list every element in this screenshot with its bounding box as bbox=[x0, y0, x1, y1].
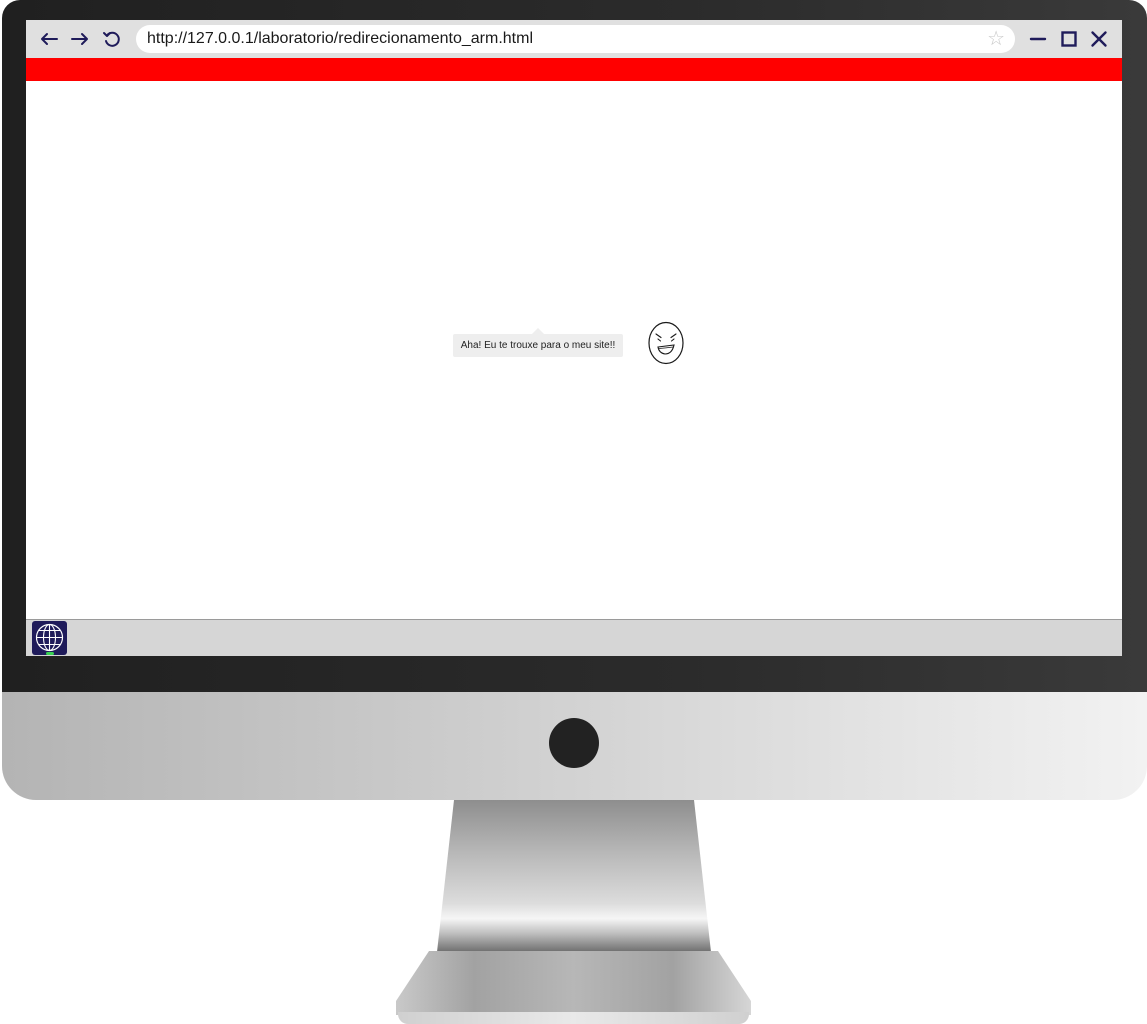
minimize-button[interactable] bbox=[1026, 27, 1050, 51]
reload-icon bbox=[103, 31, 120, 47]
close-button[interactable] bbox=[1087, 27, 1111, 51]
taskbar bbox=[26, 619, 1122, 656]
arrow-left-icon bbox=[41, 33, 58, 45]
globe-browser-icon bbox=[35, 623, 64, 652]
active-indicator bbox=[46, 652, 54, 655]
back-button[interactable] bbox=[36, 26, 62, 52]
monitor-logo bbox=[549, 718, 599, 768]
monitor-stand-neck bbox=[437, 800, 711, 952]
address-bar[interactable]: http://127.0.0.1/laboratorio/redireciona… bbox=[136, 25, 1015, 53]
browser-toolbar: http://127.0.0.1/laboratorio/redireciona… bbox=[26, 20, 1122, 58]
taskbar-browser-button[interactable] bbox=[32, 621, 67, 655]
speech-bubble-tail bbox=[532, 328, 544, 334]
maximize-icon bbox=[1061, 31, 1077, 47]
speech-bubble: Aha! Eu te trouxe para o meu site!! bbox=[453, 328, 623, 357]
maximize-button[interactable] bbox=[1057, 27, 1081, 51]
speech-text: Aha! Eu te trouxe para o meu site!! bbox=[460, 340, 616, 351]
close-icon bbox=[1091, 31, 1107, 47]
monitor-stand-base bbox=[398, 1012, 749, 1024]
arrow-right-icon bbox=[71, 33, 88, 45]
reload-button[interactable] bbox=[99, 26, 125, 52]
screen: http://127.0.0.1/laboratorio/redireciona… bbox=[26, 20, 1122, 656]
monitor-stand-foot bbox=[396, 951, 751, 1015]
minimize-icon bbox=[1029, 37, 1047, 41]
star-icon[interactable]: ☆ bbox=[987, 28, 1005, 50]
address-bar-url[interactable]: http://127.0.0.1/laboratorio/redireciona… bbox=[147, 25, 533, 53]
evil-grin-face-icon bbox=[648, 321, 684, 365]
forward-button[interactable] bbox=[67, 26, 93, 52]
page-banner bbox=[26, 58, 1122, 81]
web-page-content: Aha! Eu te trouxe para o meu site!! bbox=[26, 81, 1122, 619]
